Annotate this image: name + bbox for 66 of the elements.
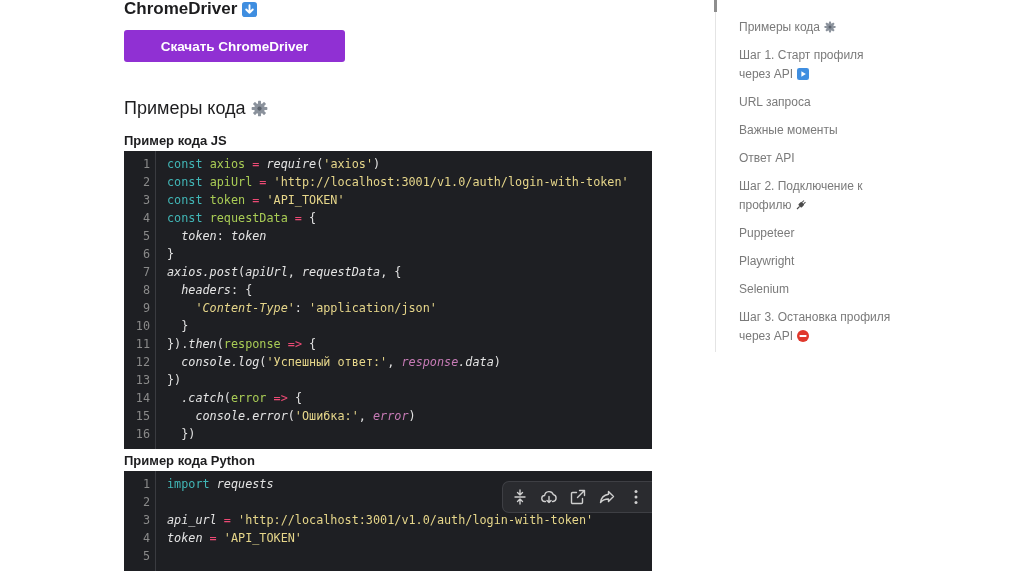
- code-line: 'Content-Type': 'application/json': [194, 300, 437, 317]
- section-heading: Примеры кода: [124, 97, 246, 119]
- code-sample-title: Пример кода Python: [124, 452, 256, 470]
- no-entry-icon: [797, 330, 810, 342]
- toc-link[interactable]: Puppeteer: [739, 224, 891, 243]
- toc-link[interactable]: Важные моменты: [739, 121, 891, 140]
- code-line: token: token: [180, 228, 267, 245]
- line-number: 15: [134, 408, 150, 425]
- line-number: 4: [141, 530, 150, 547]
- share-icon[interactable]: [599, 489, 615, 505]
- line-number: 3: [141, 512, 150, 529]
- line-number: 2: [141, 494, 150, 511]
- code-sample-title: Пример кода JS: [124, 132, 228, 150]
- line-number: 11: [134, 336, 150, 353]
- code-line: axios.post(apiUrl, requestData, {: [167, 264, 402, 281]
- line-number: 4: [141, 210, 150, 227]
- code-line: }): [180, 426, 196, 443]
- external-link-icon[interactable]: [570, 489, 586, 505]
- more-icon[interactable]: [633, 489, 639, 505]
- toc-link[interactable]: Примеры кода: [739, 18, 891, 37]
- code-line: import requests: [167, 476, 274, 493]
- line-number: 3: [141, 192, 150, 209]
- toc-link[interactable]: Ответ API: [739, 149, 891, 168]
- gear-icon: [824, 21, 837, 33]
- line-number: 9: [141, 300, 150, 317]
- collapse-icon[interactable]: [512, 489, 528, 505]
- code-line: }: [180, 318, 189, 335]
- line-number: 8: [141, 282, 150, 299]
- line-number: 2: [141, 174, 150, 191]
- line-number: 5: [141, 548, 150, 565]
- code-line: headers: {: [180, 282, 253, 299]
- toc-link[interactable]: Selenium: [739, 280, 891, 299]
- code-line: const token = 'API_TOKEN': [167, 192, 345, 209]
- code-line: .catch(error => {: [180, 390, 302, 407]
- toc-link[interactable]: Playwright: [739, 252, 891, 271]
- line-number: 6: [141, 246, 150, 263]
- download-button[interactable]: Скачать ChromeDriver: [124, 30, 345, 62]
- play-icon: [797, 68, 810, 80]
- section-heading: ChromeDriver: [124, 0, 238, 19]
- line-number: 13: [134, 372, 150, 389]
- code-line: }: [167, 246, 175, 263]
- code-line: const apiUrl = 'http://localhost:3001/v1.0/auth/login-with-token': [167, 174, 629, 191]
- code-line: }).then(response => {: [167, 336, 317, 353]
- plug-icon: [795, 199, 808, 211]
- code-line: api_url = 'http://localhost:3001/v1.0/auth/login-with-token': [167, 512, 594, 529]
- line-number: 14: [134, 390, 150, 407]
- line-number: 1: [141, 156, 150, 173]
- code-line: token = 'API_TOKEN': [167, 530, 302, 547]
- code-line: const axios = require('axios'): [167, 156, 381, 173]
- line-number: 5: [141, 228, 150, 245]
- toc-link[interactable]: Шаг 3. Остановка профиля через API: [739, 308, 891, 346]
- code-line: console.error('Ошибка:', error): [194, 408, 416, 425]
- line-number: 10: [134, 318, 150, 335]
- line-number: 7: [141, 264, 150, 281]
- cloud-download-icon[interactable]: [541, 489, 557, 505]
- line-number: 1: [141, 476, 150, 493]
- line-number: 16: [134, 426, 150, 443]
- code-line: console.log('Успешный ответ:', response.data): [180, 354, 501, 371]
- code-line: }): [167, 372, 182, 389]
- toc-active-indicator: [714, 0, 717, 12]
- toc-link[interactable]: URL запроса: [739, 93, 891, 112]
- code-line: const requestData = {: [167, 210, 317, 227]
- toc-link[interactable]: Шаг 2. Подключение к профилю: [739, 177, 891, 215]
- gear-icon: [250, 99, 268, 117]
- line-number: 12: [134, 354, 150, 371]
- toc-link[interactable]: Шаг 1. Старт профиля через API: [739, 46, 891, 84]
